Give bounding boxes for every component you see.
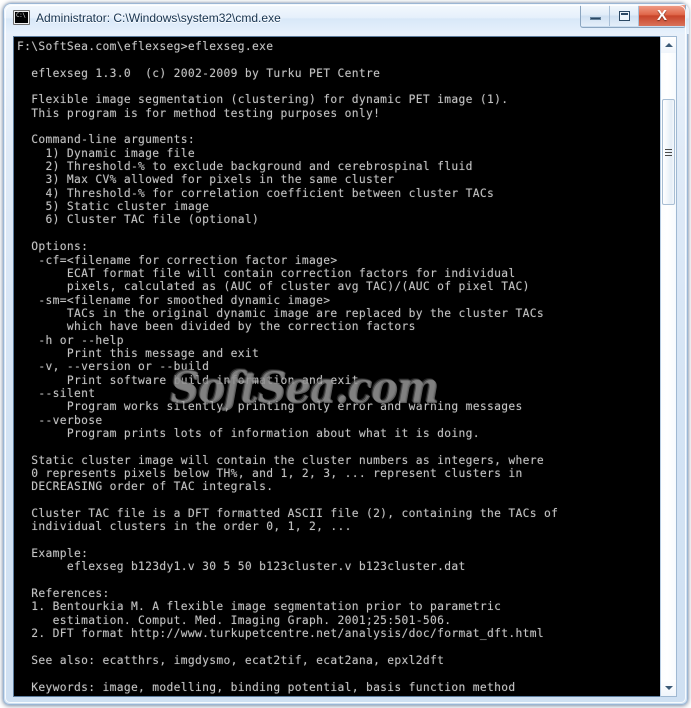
cmd-icon-screen: C:\	[15, 12, 28, 23]
cmd-icon: C:\	[13, 10, 30, 25]
scroll-down-arrow[interactable]	[661, 680, 676, 696]
scrollbar-track[interactable]	[661, 53, 676, 680]
close-icon: X	[656, 7, 667, 24]
scroll-thumb[interactable]	[662, 99, 675, 205]
minimize-icon	[589, 16, 601, 20]
console-output-area[interactable]: F:\SoftSea.com\eflexseg>eflexseg.exe efl…	[13, 36, 665, 697]
title-bar[interactable]: C:\ Administrator: C:\Windows\system32\c…	[4, 4, 689, 34]
scroll-up-arrow[interactable]	[661, 37, 676, 53]
window-title: Administrator: C:\Windows\system32\cmd.e…	[36, 10, 281, 25]
vertical-scrollbar[interactable]	[660, 36, 677, 697]
title-bar-left: C:\ Administrator: C:\Windows\system32\c…	[13, 10, 281, 25]
minimize-button[interactable]	[581, 5, 610, 26]
scroll-thumb-grip-icon	[665, 148, 672, 156]
maximize-button[interactable]	[610, 5, 639, 26]
console-text: F:\SoftSea.com\eflexseg>eflexseg.exe efl…	[17, 40, 559, 694]
window-controls: X	[580, 5, 686, 28]
chevron-up-icon	[664, 43, 673, 47]
console-window: C:\ Administrator: C:\Windows\system32\c…	[3, 3, 689, 705]
maximize-icon	[618, 10, 630, 21]
close-button[interactable]: X	[639, 5, 685, 26]
chevron-down-icon	[664, 686, 673, 690]
